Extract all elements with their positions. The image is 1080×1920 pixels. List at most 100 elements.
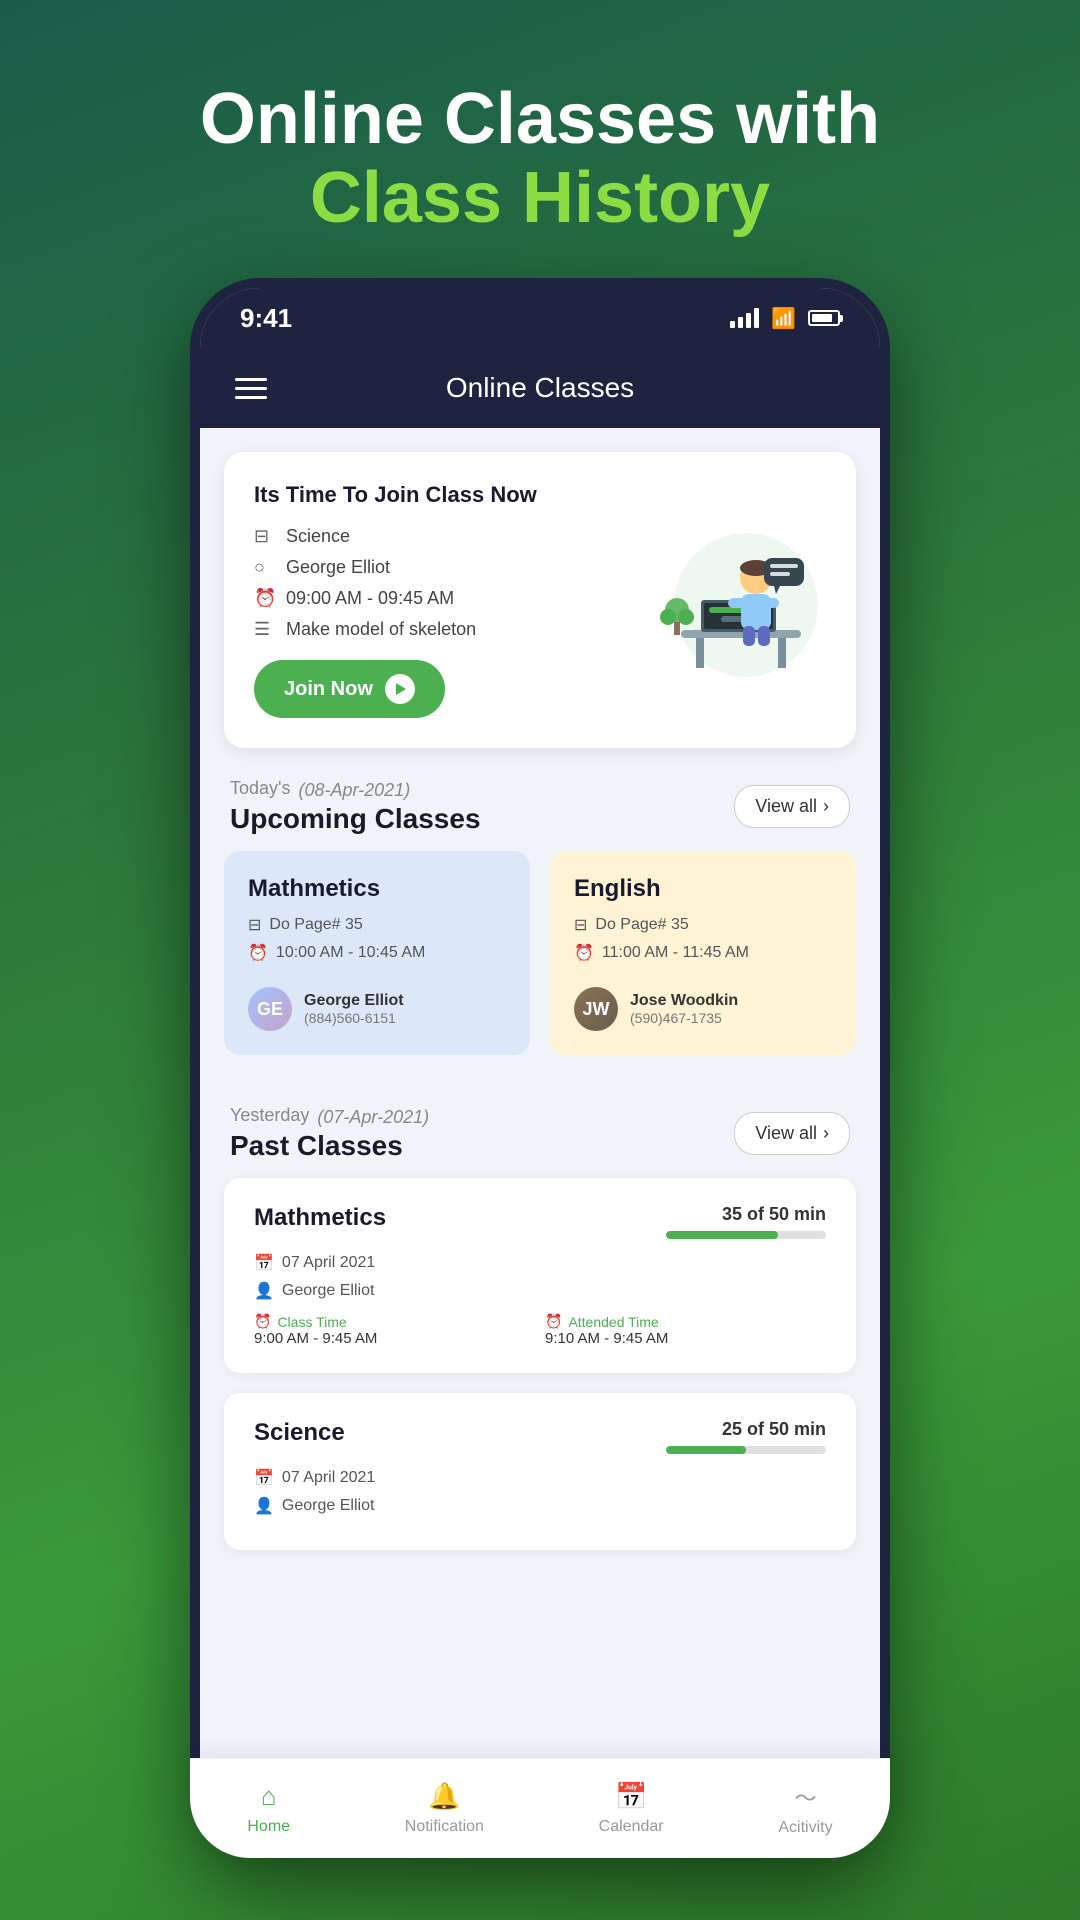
past-science-progress-area: 25 of 50 min <box>666 1419 826 1454</box>
nav-activity[interactable]: 〜 Acitivity <box>778 1781 832 1837</box>
join-teacher: George Elliot <box>286 557 390 578</box>
past-math-date: 07 April 2021 <box>282 1254 375 1272</box>
clock-icon: ⏰ <box>574 943 594 963</box>
join-teacher-row: ○ George Elliot <box>254 557 646 578</box>
upcoming-class-cards: Mathmetics ⊟ Do Page# 35 ⏰ 10:00 AM - 10… <box>200 851 880 1075</box>
upcoming-header: Today's (08-Apr-2021) Upcoming Classes V… <box>200 748 880 851</box>
past-chevron-icon: › <box>823 1123 829 1144</box>
upcoming-chevron-icon: › <box>823 796 829 817</box>
past-date: (07-Apr-2021) <box>317 1107 429 1128</box>
calendar-icon: 📅 <box>254 1468 274 1488</box>
past-math-card: Mathmetics 35 of 50 min 📅 07 April 2021 … <box>224 1178 856 1373</box>
math-teacher-info: George Elliot (884)560-6151 <box>304 992 404 1026</box>
past-math-name: Mathmetics <box>254 1204 386 1232</box>
clock-icon: ⏰ <box>545 1313 562 1330</box>
past-science-teacher-row: 👤 George Elliot <box>254 1496 826 1516</box>
join-subject: Science <box>286 526 350 547</box>
english-teacher-row: JW Jose Woodkin (590)467-1735 <box>574 987 832 1031</box>
upcoming-title: Upcoming Classes <box>230 803 481 835</box>
past-science-progress-bar <box>666 1446 826 1454</box>
nav-calendar[interactable]: 📅 Calendar <box>599 1781 664 1836</box>
upcoming-math-card[interactable]: Mathmetics ⊟ Do Page# 35 ⏰ 10:00 AM - 10… <box>224 851 530 1055</box>
math-card-task: ⊟ Do Page# 35 <box>248 915 506 935</box>
math-teacher-name: George Elliot <box>304 992 404 1010</box>
calendar-nav-icon: 📅 <box>615 1781 647 1812</box>
content-scroll[interactable]: Its Time To Join Class Now ⊟ Science ○ G… <box>200 428 880 1848</box>
join-now-label: Join Now <box>284 678 373 701</box>
upcoming-date: (08-Apr-2021) <box>298 780 410 801</box>
nav-activity-label: Acitivity <box>778 1819 832 1837</box>
jose-avatar: JW <box>574 987 618 1031</box>
past-science-card: Science 25 of 50 min 📅 07 April 2021 👤 <box>224 1393 856 1550</box>
phone-inner: 9:41 📶 Online Classes It <box>200 288 880 1848</box>
join-card-title: Its Time To Join Class Now <box>254 482 646 508</box>
activity-icon: 〜 <box>794 1781 816 1813</box>
join-class-card: Its Time To Join Class Now ⊟ Science ○ G… <box>224 452 856 748</box>
past-science-name: Science <box>254 1419 345 1447</box>
clock-icon: ⏰ <box>254 588 276 609</box>
book-icon: ⊟ <box>574 915 587 935</box>
phone-frame: 9:41 📶 Online Classes It <box>190 278 890 1858</box>
past-science-date-row: 📅 07 April 2021 <box>254 1468 826 1488</box>
past-math-date-row: 📅 07 April 2021 <box>254 1253 826 1273</box>
past-math-progress-bar <box>666 1231 826 1239</box>
past-view-all-button[interactable]: View all › <box>734 1112 850 1155</box>
task-icon: ☰ <box>254 619 276 640</box>
signal-icon <box>730 308 759 328</box>
math-card-time: ⏰ 10:00 AM - 10:45 AM <box>248 943 506 963</box>
upcoming-label: Today's <box>230 778 290 799</box>
nav-home-label: Home <box>247 1818 290 1836</box>
nav-calendar-label: Calendar <box>599 1818 664 1836</box>
calendar-icon: 📅 <box>254 1253 274 1273</box>
past-title: Past Classes <box>230 1130 429 1162</box>
past-math-attended-time-cell: ⏰ Attended Time 9:10 AM - 9:45 AM <box>545 1313 826 1347</box>
status-icons: 📶 <box>730 306 840 331</box>
book-icon: ⊟ <box>248 915 261 935</box>
clock-icon: ⏰ <box>254 1313 271 1330</box>
past-view-all-label: View all <box>755 1123 817 1144</box>
book-icon: ⊟ <box>254 526 276 547</box>
app-title: Online Classes <box>446 372 634 404</box>
join-time: 09:00 AM - 09:45 AM <box>286 588 454 609</box>
nav-home[interactable]: ⌂ Home <box>247 1781 290 1836</box>
person-icon: 👤 <box>254 1496 274 1516</box>
join-task: Make model of skeleton <box>286 619 476 640</box>
past-math-time-grid: ⏰ Class Time 9:00 AM - 9:45 AM ⏰ Attende… <box>254 1313 826 1347</box>
past-math-class-time-label: Class Time <box>277 1314 346 1330</box>
play-icon <box>385 674 415 704</box>
past-science-progress-label: 25 of 50 min <box>666 1419 826 1440</box>
nav-notification[interactable]: 🔔 Notification <box>405 1781 484 1836</box>
past-math-progress-fill <box>666 1231 778 1239</box>
english-card-time: ⏰ 11:00 AM - 11:45 AM <box>574 943 832 963</box>
app-header: Online Classes <box>200 348 880 428</box>
english-teacher-phone: (590)467-1735 <box>630 1010 738 1026</box>
person-icon: ○ <box>254 557 276 578</box>
status-time: 9:41 <box>240 303 292 334</box>
hero-section: Online Classes with Class History <box>200 80 880 238</box>
join-illustration <box>646 510 826 690</box>
past-math-progress-label: 35 of 50 min <box>666 1204 826 1225</box>
upcoming-view-all-label: View all <box>755 796 817 817</box>
past-math-teacher: George Elliot <box>282 1282 375 1300</box>
wifi-icon: 📶 <box>771 306 796 331</box>
upcoming-view-all-button[interactable]: View all › <box>734 785 850 828</box>
past-science-progress-fill <box>666 1446 746 1454</box>
math-teacher-row: GE George Elliot (884)560-6151 <box>248 987 506 1031</box>
english-card-task: ⊟ Do Page# 35 <box>574 915 832 935</box>
past-label: Yesterday <box>230 1105 309 1126</box>
bottom-nav: ⌂ Home 🔔 Notification 📅 Calendar 〜 Aciti… <box>200 1758 880 1848</box>
hero-title-line2: Class History <box>200 159 880 238</box>
clock-icon: ⏰ <box>248 943 268 963</box>
home-icon: ⌂ <box>261 1781 277 1812</box>
join-now-button[interactable]: Join Now <box>254 660 445 718</box>
past-math-class-time-value: 9:00 AM - 9:45 AM <box>254 1330 535 1347</box>
join-task-row: ☰ Make model of skeleton <box>254 619 646 640</box>
hamburger-menu[interactable] <box>235 378 267 399</box>
past-science-teacher: George Elliot <box>282 1497 375 1515</box>
english-teacher-name: Jose Woodkin <box>630 992 738 1010</box>
upcoming-label-row: Today's (08-Apr-2021) <box>230 778 481 803</box>
bell-icon: 🔔 <box>428 1781 460 1812</box>
upcoming-english-card[interactable]: English ⊟ Do Page# 35 ⏰ 11:00 AM - 11:45… <box>550 851 856 1055</box>
join-time-row: ⏰ 09:00 AM - 09:45 AM <box>254 588 646 609</box>
hero-title-line1: Online Classes with <box>200 80 880 159</box>
